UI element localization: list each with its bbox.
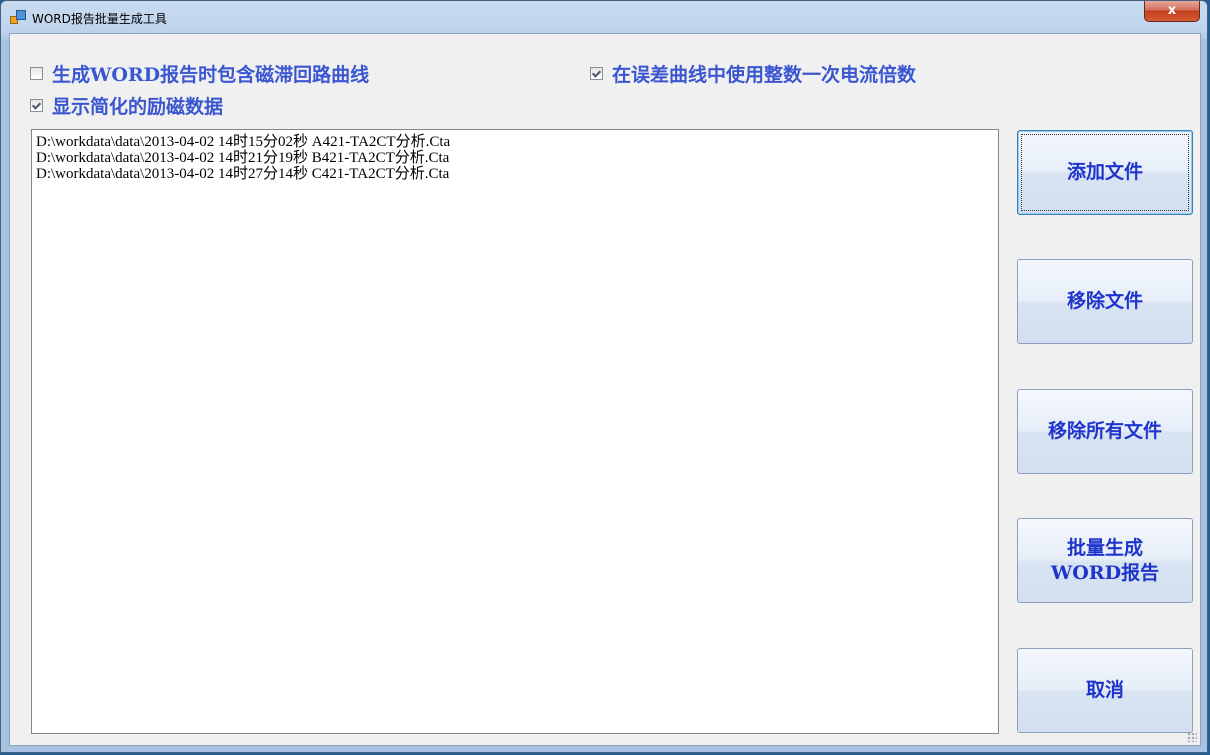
checkbox-include-hysteresis[interactable] bbox=[30, 67, 43, 80]
list-item[interactable]: D:\workdata\data\2013-04-02 14时21分19秒 B4… bbox=[36, 150, 998, 166]
main-window: WORD报告批量生成工具 x 生成WORD报告时包含磁滞回路曲线 显示简化的励磁… bbox=[0, 0, 1208, 753]
option-simplified-excitation[interactable]: 显示简化的励磁数据 bbox=[30, 92, 223, 119]
generate-button-line2: WORD报告 bbox=[1050, 561, 1160, 584]
generate-button-line1: 批量生成 bbox=[1066, 536, 1143, 559]
client-area: 生成WORD报告时包含磁滞回路曲线 显示简化的励磁数据 在误差曲线中使用整数一次… bbox=[9, 33, 1201, 746]
title-bar[interactable]: WORD报告批量生成工具 x bbox=[1, 1, 1207, 33]
add-file-button[interactable]: 添加文件 bbox=[1017, 130, 1193, 215]
window-title: WORD报告批量生成工具 bbox=[32, 12, 167, 26]
cancel-button[interactable]: 取消 bbox=[1017, 648, 1193, 733]
generate-word-reports-button[interactable]: 批量生成 WORD报告 bbox=[1017, 518, 1193, 603]
resize-grip-icon[interactable] bbox=[1187, 732, 1197, 742]
option-integer-current-multiple-label[interactable]: 在误差曲线中使用整数一次电流倍数 bbox=[612, 60, 916, 87]
checkbox-simplified-excitation[interactable] bbox=[30, 99, 43, 112]
list-item[interactable]: D:\workdata\data\2013-04-02 14时15分02秒 A4… bbox=[36, 134, 998, 150]
checkbox-integer-current-multiple[interactable] bbox=[590, 67, 603, 80]
option-simplified-excitation-label[interactable]: 显示简化的励磁数据 bbox=[52, 92, 223, 119]
option-include-hysteresis-label[interactable]: 生成WORD报告时包含磁滞回路曲线 bbox=[52, 60, 369, 87]
remove-all-files-button[interactable]: 移除所有文件 bbox=[1017, 389, 1193, 474]
option-include-hysteresis[interactable]: 生成WORD报告时包含磁滞回路曲线 bbox=[30, 60, 369, 87]
file-list[interactable]: D:\workdata\data\2013-04-02 14时15分02秒 A4… bbox=[31, 129, 999, 734]
option-integer-current-multiple[interactable]: 在误差曲线中使用整数一次电流倍数 bbox=[590, 60, 916, 87]
list-item[interactable]: D:\workdata\data\2013-04-02 14时27分14秒 C4… bbox=[36, 166, 998, 182]
app-icon bbox=[10, 9, 26, 25]
close-button[interactable]: x bbox=[1144, 1, 1200, 22]
remove-file-button[interactable]: 移除文件 bbox=[1017, 259, 1193, 344]
